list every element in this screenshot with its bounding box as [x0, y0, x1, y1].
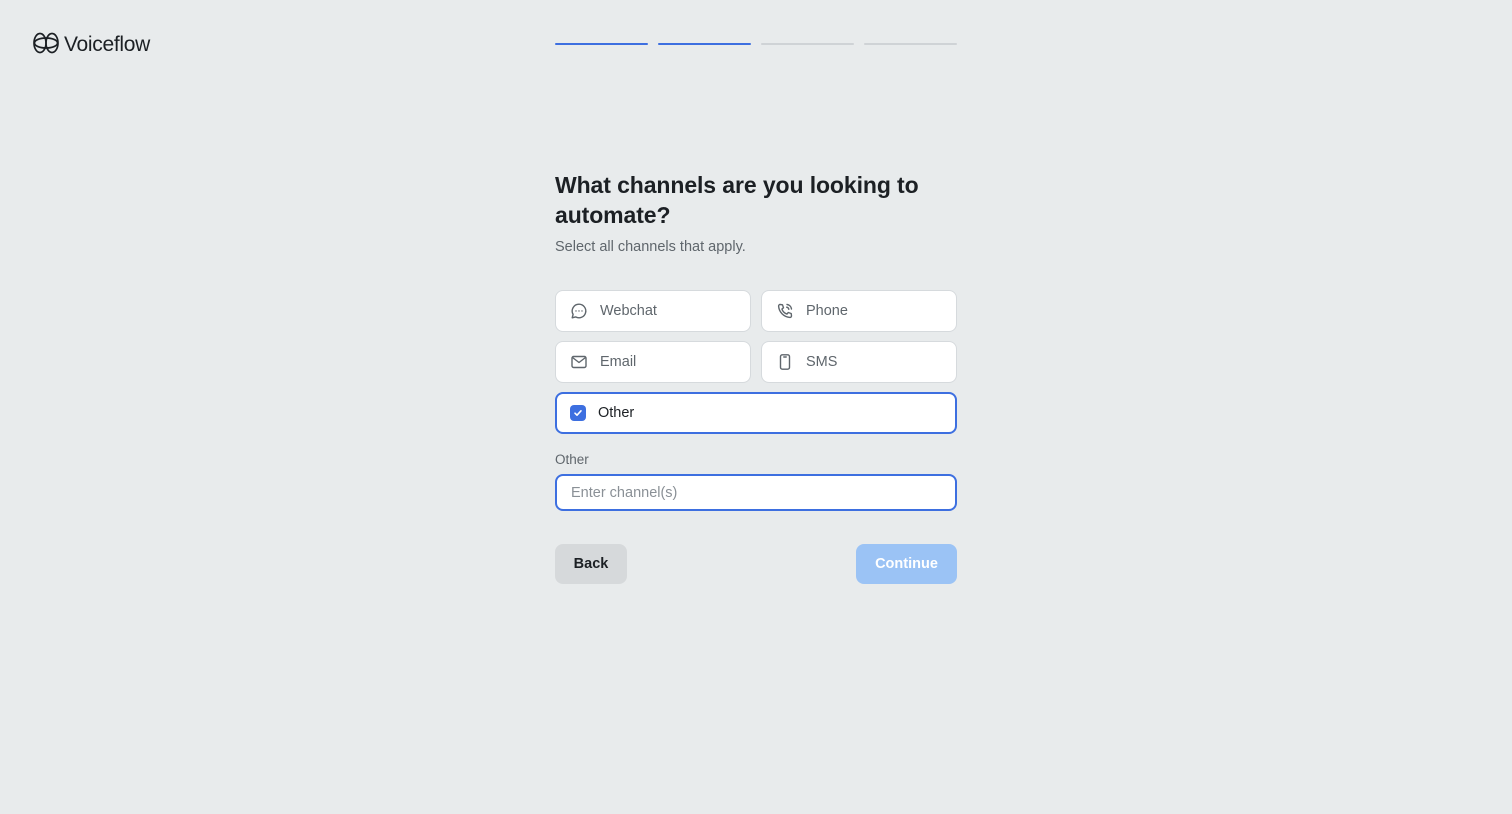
checkbox-checked-icon[interactable]	[570, 405, 586, 421]
channel-selection-form: What channels are you looking to automat…	[555, 170, 957, 584]
other-channel-input[interactable]	[555, 474, 957, 511]
brand-name: Voiceflow	[64, 33, 151, 56]
page-subtitle: Select all channels that apply.	[555, 239, 746, 255]
onboarding-progress	[555, 43, 957, 45]
mobile-icon	[776, 353, 794, 371]
page-title: What channels are you looking to automat…	[555, 172, 919, 228]
option-phone-label: Phone	[806, 303, 848, 319]
option-other-label: Other	[598, 405, 635, 421]
option-webchat-label: Webchat	[600, 303, 657, 319]
phone-icon	[776, 302, 794, 320]
option-sms-label: SMS	[806, 354, 838, 370]
progress-step-1	[555, 43, 648, 45]
back-button[interactable]: Back	[555, 544, 627, 584]
voiceflow-logo: Voiceflow	[32, 32, 150, 58]
channel-options: Webchat Phone Email SMS Other	[555, 290, 957, 434]
option-sms[interactable]: SMS	[761, 341, 957, 383]
option-email[interactable]: Email	[555, 341, 751, 383]
progress-step-3	[761, 43, 854, 45]
form-actions: Back Continue	[555, 544, 957, 584]
voiceflow-logo-icon	[32, 31, 60, 60]
other-field-label: Other	[555, 452, 589, 467]
option-email-label: Email	[600, 354, 637, 370]
option-other[interactable]: Other	[555, 392, 957, 434]
chat-bubble-icon	[570, 302, 588, 320]
continue-button[interactable]: Continue	[856, 544, 957, 584]
option-phone[interactable]: Phone	[761, 290, 957, 332]
option-webchat[interactable]: Webchat	[555, 290, 751, 332]
mail-icon	[570, 353, 588, 371]
progress-step-2	[658, 43, 751, 45]
progress-step-4	[864, 43, 957, 45]
